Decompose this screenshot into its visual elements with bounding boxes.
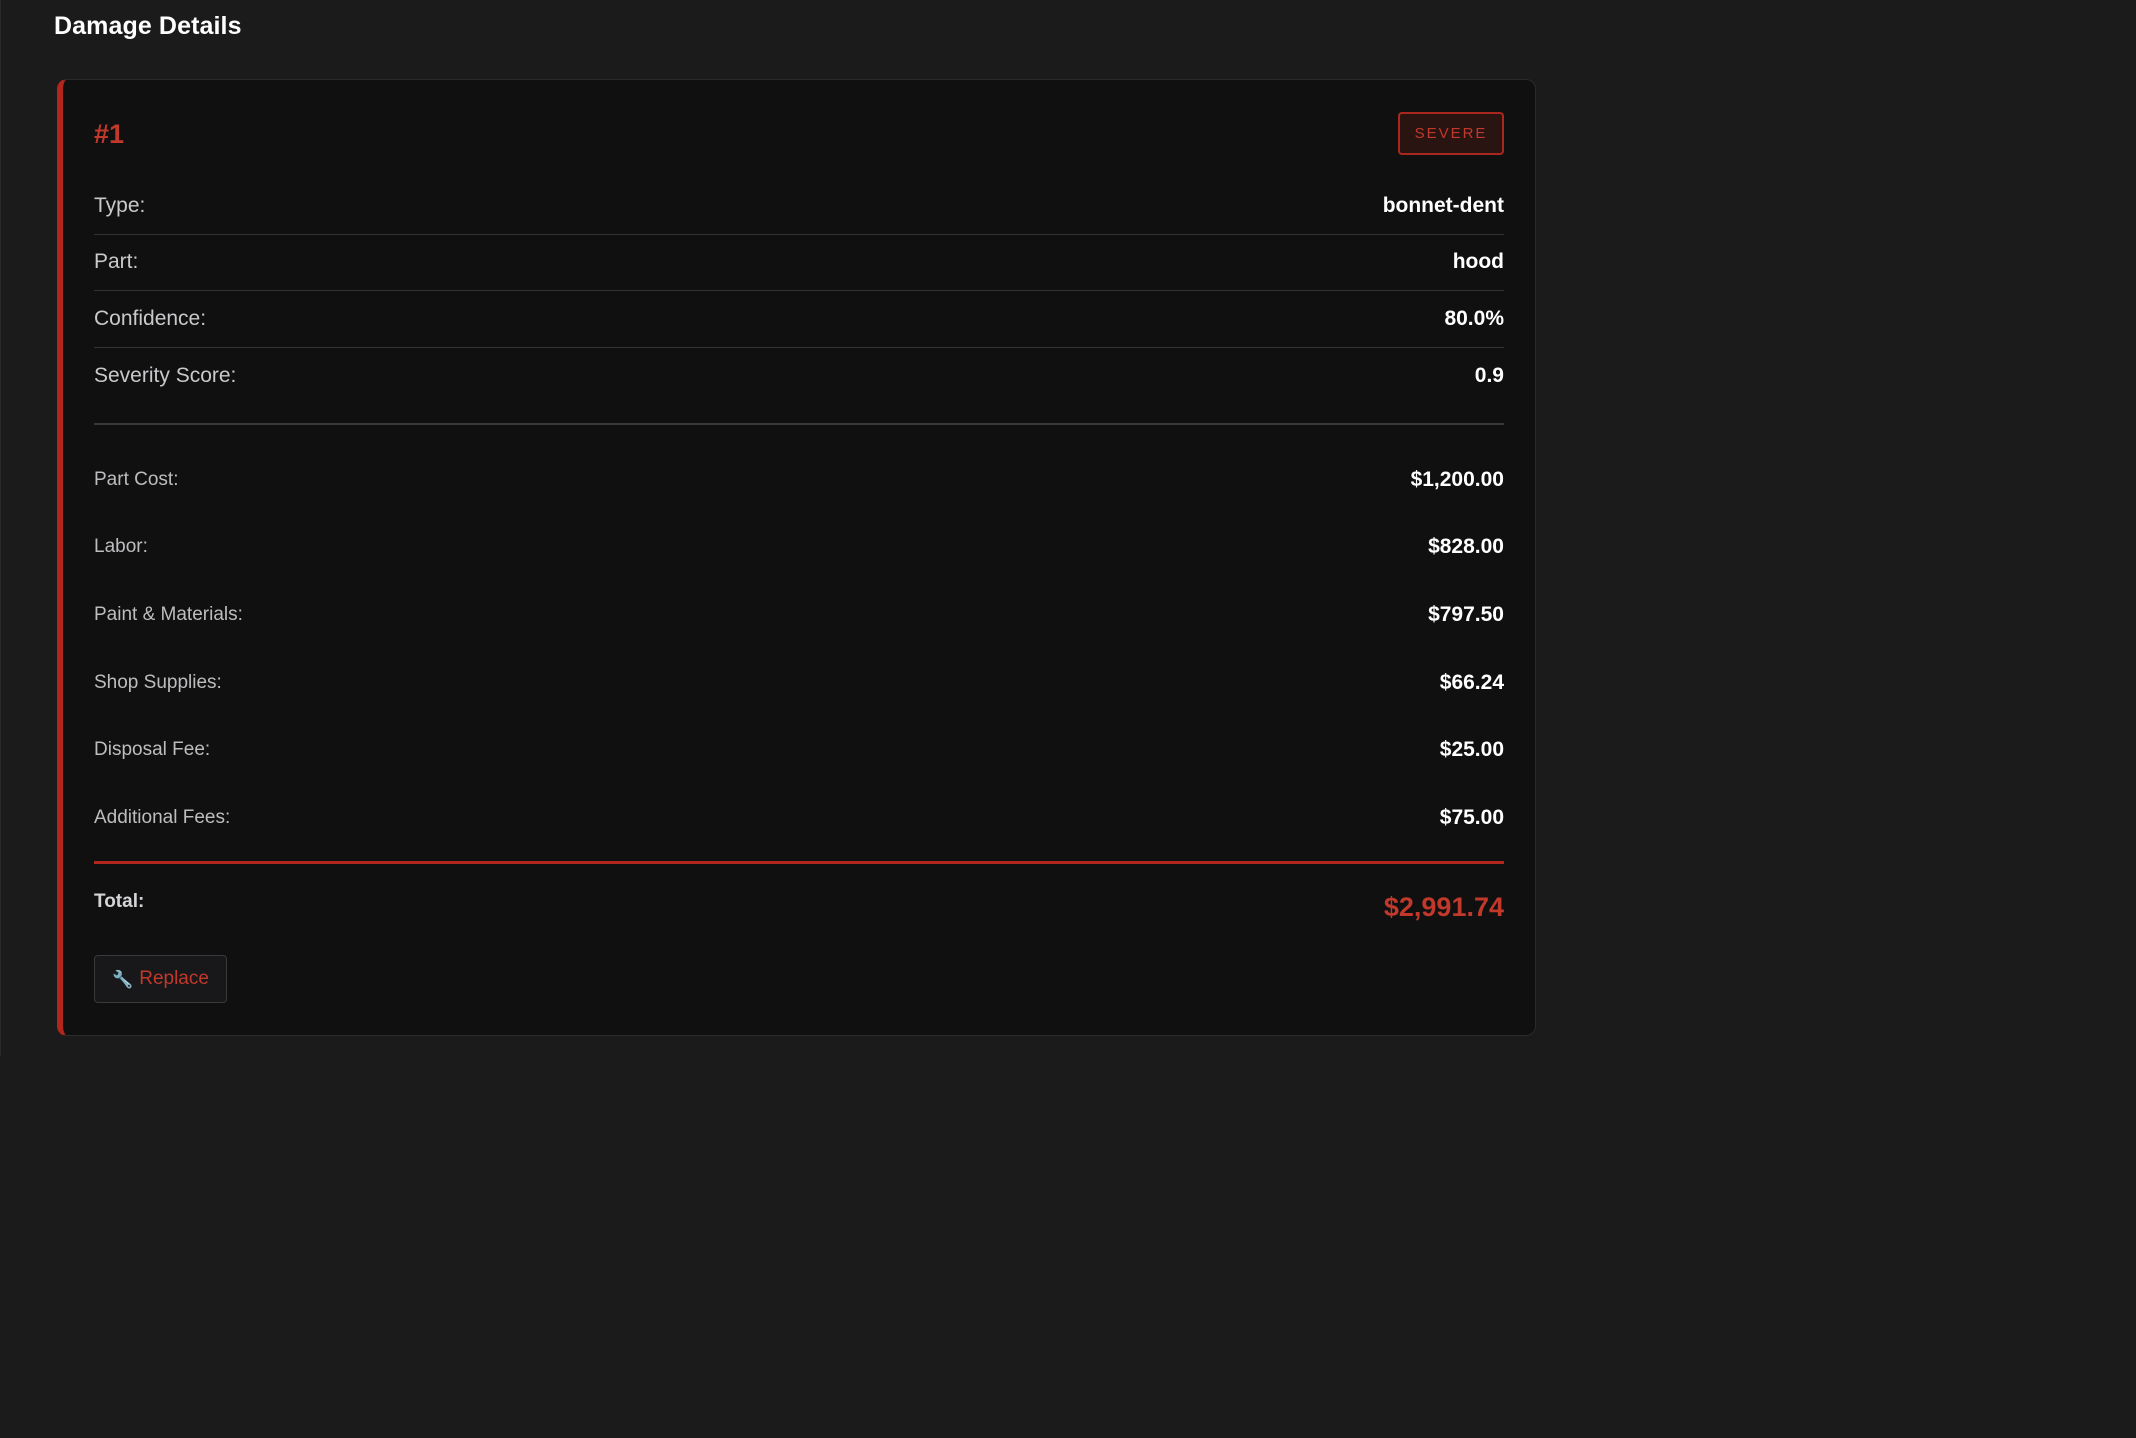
info-value: 80.0% [1444, 306, 1504, 330]
left-edge-divider [0, 0, 1, 1056]
cost-row-part-cost: Part Cost: $1,200.00 [94, 446, 1504, 514]
cost-row-additional-fees: Additional Fees: $75.00 [94, 784, 1504, 852]
damage-card: #1 SEVERE Type: bonnet-dent Part: hood C… [57, 79, 1536, 1036]
info-value: hood [1452, 250, 1504, 274]
info-label: Confidence: [94, 306, 207, 330]
info-row-type: Type: bonnet-dent [94, 178, 1504, 235]
info-value: 0.9 [1474, 363, 1504, 387]
damage-details-page: Damage Details #1 SEVERE Type: bonnet-de… [0, 0, 1568, 1056]
cost-label: Labor: [94, 536, 148, 558]
info-row-part: Part: hood [94, 235, 1504, 291]
total-value: $2,991.74 [1383, 892, 1504, 922]
cost-row-paint-materials: Paint & Materials: $797.50 [94, 581, 1504, 649]
cost-value: $797.50 [1428, 602, 1504, 626]
cost-breakdown-list: Part Cost: $1,200.00 Labor: $828.00 Pain… [94, 446, 1504, 852]
info-label: Part: [94, 250, 139, 274]
replace-button[interactable]: 🔧 Replace [94, 955, 227, 1003]
cost-row-shop-supplies: Shop Supplies: $66.24 [94, 649, 1504, 717]
total-divider [94, 861, 1504, 864]
cost-label: Part Cost: [94, 468, 179, 490]
cost-label: Additional Fees: [94, 806, 231, 828]
cost-row-disposal-fee: Disposal Fee: $25.00 [94, 716, 1504, 784]
damage-info-list: Type: bonnet-dent Part: hood Confidence:… [94, 178, 1504, 404]
cost-value: $75.00 [1439, 805, 1504, 829]
cost-row-labor: Labor: $828.00 [94, 514, 1504, 582]
total-label: Total: [94, 891, 145, 912]
info-label: Type: [94, 193, 146, 217]
wrench-icon: 🔧 [112, 969, 134, 989]
info-label: Severity Score: [94, 363, 237, 387]
section-divider [94, 423, 1504, 425]
section-title: Damage Details [54, 12, 242, 40]
cost-label: Shop Supplies: [94, 671, 222, 693]
info-row-severity-score: Severity Score: 0.9 [94, 348, 1504, 405]
info-value: bonnet-dent [1382, 193, 1504, 217]
cost-value: $66.24 [1439, 670, 1504, 694]
severity-badge: SEVERE [1398, 112, 1504, 155]
cost-value: $828.00 [1428, 535, 1504, 559]
damage-index: #1 [94, 119, 125, 149]
replace-button-label: Replace [139, 968, 209, 989]
cost-label: Paint & Materials: [94, 603, 243, 625]
cost-value: $25.00 [1439, 738, 1504, 762]
cost-value: $1,200.00 [1410, 467, 1504, 491]
cost-label: Disposal Fee: [94, 739, 211, 761]
info-row-confidence: Confidence: 80.0% [94, 291, 1504, 348]
